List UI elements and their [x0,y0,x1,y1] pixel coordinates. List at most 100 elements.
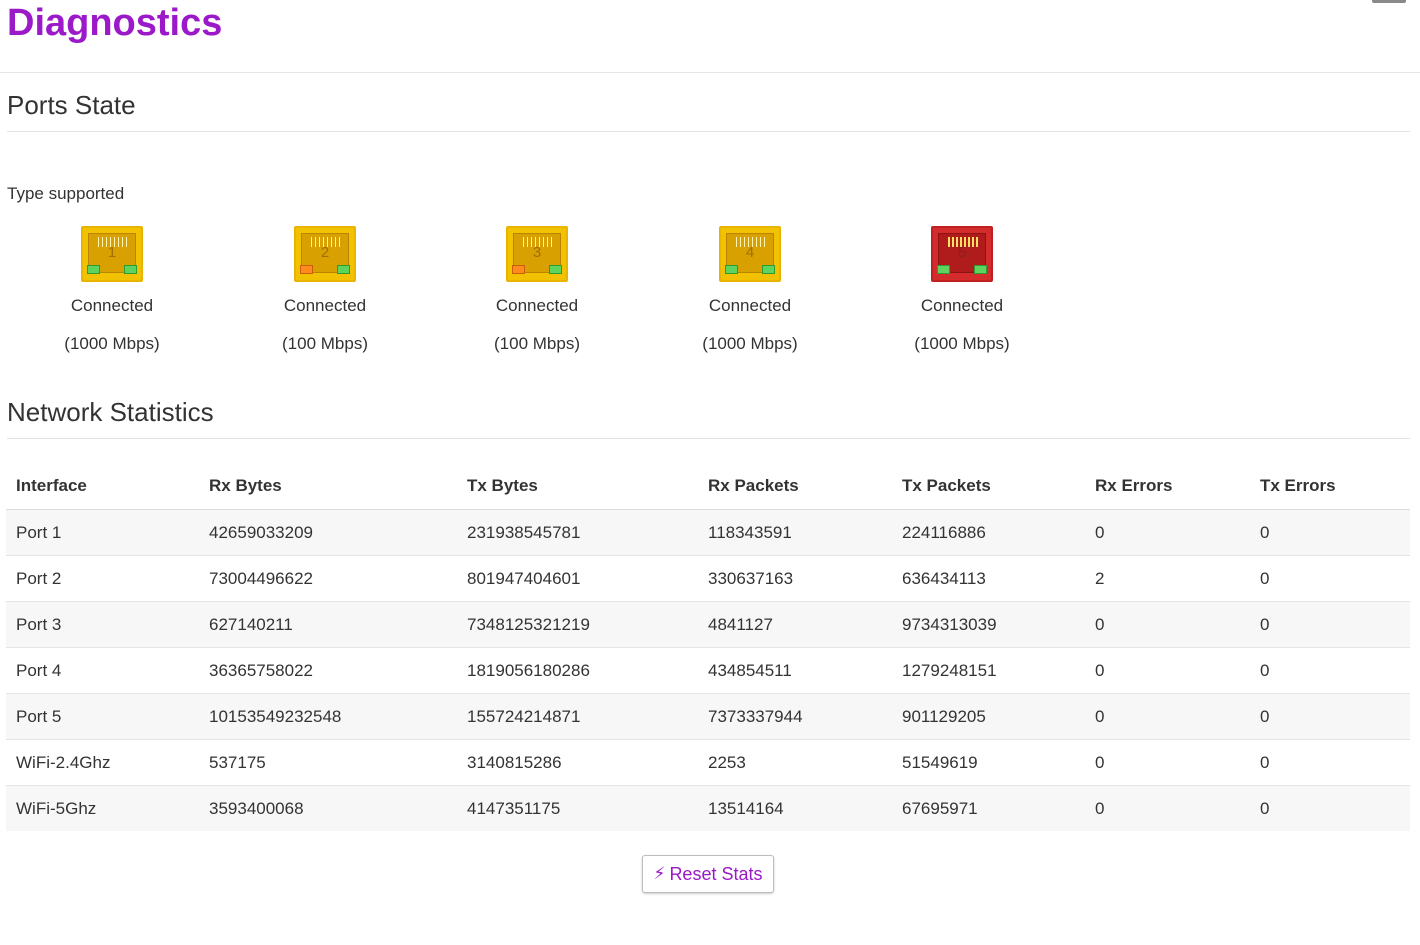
port-number: 2 [320,244,330,261]
table-cell: 537175 [199,739,457,786]
port-led-right [762,265,775,274]
table-cell: 330637163 [698,555,892,602]
table-cell: 36365758022 [199,647,457,694]
port-led-left [725,265,738,274]
reset-stats-label: Reset Stats [669,863,763,884]
reset-stats-button[interactable]: ⚡︎ Reset Stats [642,855,774,893]
network-statistics-table: Interface Rx Bytes Tx Bytes Rx Packets T… [6,463,1410,831]
network-statistics-divider [7,438,1410,439]
table-cell: 0 [1250,601,1410,648]
column-header: Tx Errors [1250,463,1410,510]
table-cell: Port 5 [6,693,199,740]
port-status: Connected [283,296,367,315]
table-row: Port 4 36365758022 1819056180286 4348545… [6,647,1410,694]
table-cell: 3593400068 [199,785,457,831]
port-1: 1 Connected (1000 Mbps) [32,226,192,354]
table-cell: 801947404601 [457,555,698,602]
table-cell: 627140211 [199,601,457,648]
table-cell: 13514164 [698,785,892,831]
ethernet-port-icon: 1 [81,226,143,282]
port-led-left [300,265,313,274]
table-cell: 4147351175 [457,785,698,831]
column-header: Rx Errors [1085,463,1250,510]
table-cell: 0 [1250,555,1410,602]
port-number: 5 [957,244,967,261]
port-status: Connected [495,296,579,315]
table-cell: 118343591 [698,509,892,556]
table-header-row: Interface Rx Bytes Tx Bytes Rx Packets T… [6,463,1410,510]
ports-state-divider [7,131,1410,132]
port-status: Connected [920,296,1004,315]
table-cell: 0 [1250,693,1410,740]
table-row: Port 1 42659033209 231938545781 11834359… [6,509,1410,556]
ethernet-port-icon: 4 [719,226,781,282]
column-header: Interface [6,463,199,510]
port-number: 3 [532,244,542,261]
port-led-right [337,265,350,274]
port-led-left [937,265,950,274]
table-cell: Port 4 [6,647,199,694]
port-led-right [974,265,987,274]
bolt-icon: ⚡︎ [653,864,666,883]
table-cell: 67695971 [892,785,1085,831]
ethernet-port-icon: 2 [294,226,356,282]
network-statistics-title: Network Statistics [7,397,214,427]
table-cell: 10153549232548 [199,693,457,740]
port-status: Connected [70,296,154,315]
table-cell: 224116886 [892,509,1085,556]
table-cell: 0 [1085,509,1250,556]
port-speed: (1000 Mbps) [702,334,798,353]
port-speed: (1000 Mbps) [64,334,160,353]
page-title: Diagnostics [7,2,223,44]
table-cell: 7348125321219 [457,601,698,648]
table-cell: 1279248151 [892,647,1085,694]
port-led-right [124,265,137,274]
port-number: 1 [107,244,117,261]
table-cell: Port 1 [6,509,199,556]
table-cell: 0 [1085,601,1250,648]
type-supported-label: Type supported [7,184,125,203]
table-cell: 1819056180286 [457,647,698,694]
table-cell: 901129205 [892,693,1085,740]
table-cell: 0 [1250,739,1410,786]
table-cell: Port 3 [6,601,199,648]
port-speed: (100 Mbps) [282,334,368,353]
table-cell: 231938545781 [457,509,698,556]
ethernet-port-icon: 3 [506,226,568,282]
port-3: 3 Connected (100 Mbps) [457,226,617,354]
table-cell: 7373337944 [698,693,892,740]
port-led-left [87,265,100,274]
port-speed: (100 Mbps) [494,334,580,353]
port-2: 2 Connected (100 Mbps) [245,226,405,354]
port-led-right [549,265,562,274]
port-status: Connected [708,296,792,315]
column-header: Tx Packets [892,463,1085,510]
table-cell: 2 [1085,555,1250,602]
table-cell: 155724214871 [457,693,698,740]
table-cell: 0 [1250,647,1410,694]
table-row: WiFi-2.4Ghz 537175 3140815286 2253 51549… [6,739,1410,786]
table-cell: 0 [1085,739,1250,786]
port-4: 4 Connected (1000 Mbps) [670,226,830,354]
table-cell: 51549619 [892,739,1085,786]
table-cell: Port 2 [6,555,199,602]
table-cell: 42659033209 [199,509,457,556]
table-cell: 3140815286 [457,739,698,786]
column-header: Tx Bytes [457,463,698,510]
table-row: Port 3 627140211 7348125321219 4841127 9… [6,601,1410,648]
table-cell: WiFi-2.4Ghz [6,739,199,786]
table-cell: 0 [1250,509,1410,556]
table-cell: 0 [1085,647,1250,694]
ethernet-port-icon: 5 [931,226,993,282]
column-header: Rx Packets [698,463,892,510]
table-cell: 434854511 [698,647,892,694]
table-row: Port 2 73004496622 801947404601 33063716… [6,555,1410,602]
port-led-left [512,265,525,274]
window-corner-handle[interactable] [1372,0,1406,3]
port-speed: (1000 Mbps) [914,334,1010,353]
table-row: WiFi-5Ghz 3593400068 4147351175 13514164… [6,785,1410,831]
table-cell: 4841127 [698,601,892,648]
table-cell: WiFi-5Ghz [6,785,199,831]
table-row: Port 5 10153549232548 155724214871 73733… [6,693,1410,740]
table-cell: 2253 [698,739,892,786]
